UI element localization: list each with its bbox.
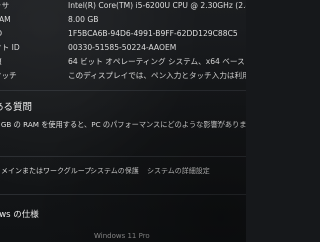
spec-value-product-id: 00330-51585-50224-AAOEM [68, 43, 177, 52]
windows-edition-value: Windows 11 Pro [94, 232, 150, 240]
windows-spec-heading: ows の仕様 [0, 210, 39, 220]
spec-label-processor: ッサ [0, 1, 10, 10]
spec-label-pen-touch: タッチ [0, 71, 17, 80]
advanced-system-settings-link[interactable]: システムの詳細設定 [147, 164, 210, 178]
spec-label-product-id: クト ID [0, 43, 20, 52]
related-links-bar: ドメインまたはワークグループ システムの保護 システムの詳細設定 [0, 164, 246, 178]
spec-value-pen-touch: このディスプレイでは、ペン入力とタッチ入力は利用できません [68, 71, 246, 80]
spec-value-system-type: 64 ビット オペレーティング システム、x64 ベース プロセッサ [68, 57, 246, 66]
chevron-down-icon[interactable]: ⌄ [216, 116, 226, 126]
related-questions-heading: ある質問 [0, 102, 33, 113]
divider [0, 194, 246, 195]
spec-value-processor: Intel(R) Core(TM) i5-6200U CPU @ 2.30GHz… [68, 1, 246, 10]
divider [0, 90, 246, 91]
system-protection-link[interactable]: システムの保護 [90, 164, 139, 178]
spec-label-system-type: 類 [0, 56, 56, 68]
related-question-item[interactable]: 8 GB の RAM を使用すると、PC のパフォーマンスにどのような影響があり… [0, 120, 246, 130]
divider [0, 156, 246, 157]
domain-workgroup-link[interactable]: ドメインまたはワークグループ [0, 164, 91, 178]
spec-label-ram: RAM [0, 15, 11, 24]
spec-value-ram: 8.00 GB [68, 15, 99, 24]
spec-value-device-id: 1F5BCA6B-94D6-4991-B9FF-62DD129C88C5 [68, 29, 238, 38]
system-about-screen: ッサ Intel(R) Core(TM) i5-6200U CPU @ 2.30… [0, 0, 246, 242]
spec-label-device-id: ID [0, 28, 56, 40]
